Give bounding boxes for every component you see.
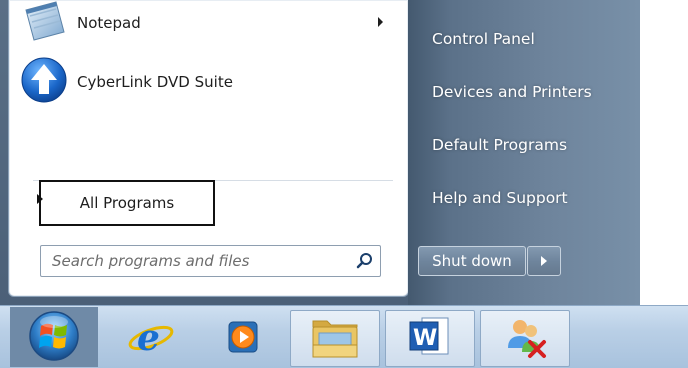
- all-programs-button[interactable]: All Programs: [39, 180, 215, 226]
- taskbar-item-windows-explorer[interactable]: [290, 310, 380, 367]
- search-icon[interactable]: [350, 246, 380, 276]
- link-devices-and-printers[interactable]: Devices and Printers: [432, 83, 592, 101]
- taskbar-item-media-player[interactable]: [200, 310, 286, 367]
- taskbar-item-internet-explorer[interactable]: e: [108, 310, 194, 367]
- search-box[interactable]: [40, 245, 381, 277]
- windows-media-player-icon: [221, 317, 265, 361]
- shut-down-button[interactable]: Shut down: [418, 246, 526, 276]
- link-default-programs[interactable]: Default Programs: [432, 136, 567, 154]
- shut-down-options-button[interactable]: [527, 246, 561, 276]
- svg-text:W: W: [413, 326, 437, 351]
- all-programs-arrow-icon: [37, 194, 43, 204]
- all-programs-label: All Programs: [79, 194, 175, 212]
- shut-down-label: Shut down: [432, 252, 512, 270]
- chevron-right-icon: [541, 256, 547, 266]
- link-help-and-support[interactable]: Help and Support: [432, 189, 568, 207]
- start-button[interactable]: [10, 307, 98, 367]
- svg-text:e: e: [137, 317, 160, 359]
- cyberlink-dvd-suite-icon: [20, 56, 68, 108]
- microsoft-word-icon: W: [406, 314, 454, 364]
- users-icon: [500, 314, 550, 364]
- windows-start-orb-icon: [25, 308, 83, 366]
- notepad-icon: [20, 0, 68, 46]
- submenu-arrow-icon[interactable]: [378, 17, 383, 27]
- program-item-cyberlink-dvd-suite[interactable]: CyberLink DVD Suite: [20, 57, 233, 107]
- taskbar-item-users[interactable]: [480, 310, 570, 367]
- program-item-notepad[interactable]: Notepad: [20, 0, 141, 46]
- search-input[interactable]: [41, 251, 350, 271]
- internet-explorer-icon: e: [126, 314, 176, 364]
- program-label: Notepad: [77, 14, 141, 32]
- taskbar-item-microsoft-word[interactable]: W: [385, 310, 475, 367]
- link-control-panel[interactable]: Control Panel: [432, 30, 535, 48]
- program-label: CyberLink DVD Suite: [77, 73, 233, 91]
- windows-explorer-icon: [307, 313, 363, 365]
